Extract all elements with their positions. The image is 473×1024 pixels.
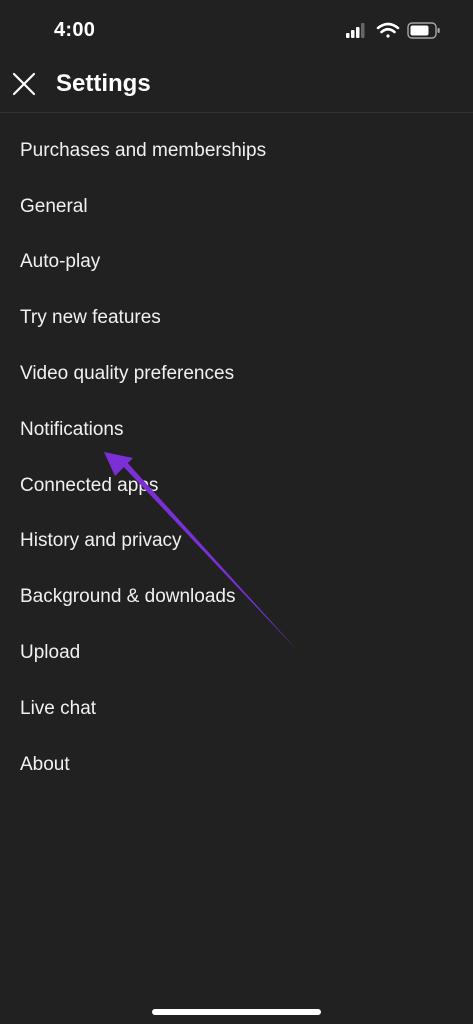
- settings-item-auto-play[interactable]: Auto-play: [0, 235, 473, 291]
- cellular-signal-icon: [346, 23, 365, 38]
- status-bar: 4:00: [0, 0, 473, 62]
- settings-item-background-and-downloads[interactable]: Background & downloads: [0, 569, 473, 625]
- settings-item-label: Live chat: [20, 697, 97, 719]
- settings-item-label: Background & downloads: [20, 586, 236, 608]
- settings-item-label: Video quality preferences: [20, 363, 235, 385]
- battery-icon: [407, 22, 440, 39]
- page-title: Settings: [56, 70, 151, 97]
- settings-item-label: Auto-play: [20, 251, 101, 273]
- close-button[interactable]: [8, 68, 40, 100]
- settings-item-label: Notifications: [20, 418, 124, 440]
- wifi-icon: [376, 22, 400, 38]
- status-time: 4:00: [54, 19, 96, 41]
- settings-item-try-new-features[interactable]: Try new features: [0, 290, 473, 346]
- close-icon: [12, 72, 36, 96]
- settings-header: Settings: [0, 62, 473, 113]
- settings-item-live-chat[interactable]: Live chat: [0, 681, 473, 737]
- settings-list: Purchases and memberships General Auto-p…: [0, 123, 473, 793]
- settings-item-notifications[interactable]: Notifications: [0, 402, 473, 458]
- settings-item-label: Purchases and memberships: [20, 139, 267, 161]
- settings-item-connected-apps[interactable]: Connected apps: [0, 458, 473, 514]
- settings-item-label: Try new features: [20, 307, 161, 329]
- status-icons: [346, 22, 440, 39]
- settings-item-label: Connected apps: [20, 474, 159, 496]
- home-indicator: [152, 1009, 321, 1015]
- settings-item-label: About: [20, 753, 70, 775]
- settings-item-video-quality-preferences[interactable]: Video quality preferences: [0, 346, 473, 402]
- settings-item-upload[interactable]: Upload: [0, 625, 473, 681]
- settings-item-history-and-privacy[interactable]: History and privacy: [0, 514, 473, 570]
- settings-item-label: Upload: [20, 642, 81, 664]
- settings-item-about[interactable]: About: [0, 737, 473, 793]
- settings-item-general[interactable]: General: [0, 179, 473, 235]
- settings-item-label: General: [20, 195, 88, 217]
- settings-item-purchases-and-memberships[interactable]: Purchases and memberships: [0, 123, 473, 179]
- settings-item-label: History and privacy: [20, 530, 182, 552]
